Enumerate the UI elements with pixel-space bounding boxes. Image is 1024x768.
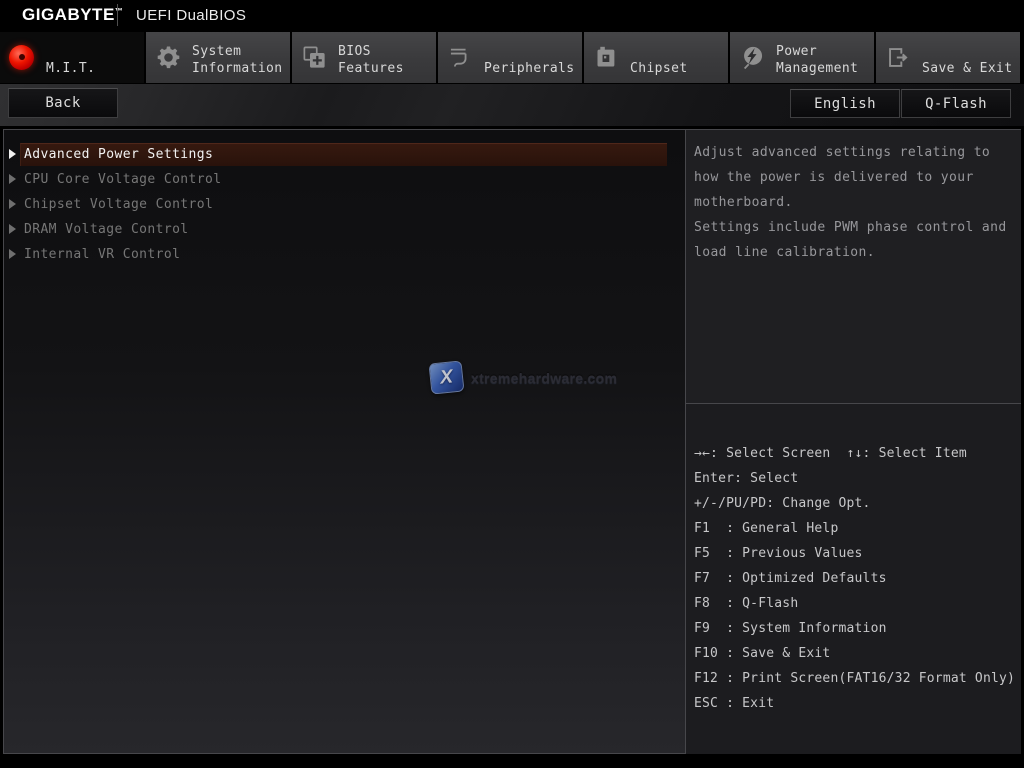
key-legend-line: +/-/PU/PD: Change Opt. [694,491,1017,516]
help-text-line: load line calibration. [694,240,1013,265]
item-help-panel: Adjust advanced settings relating to how… [685,130,1021,403]
key-legend-line: F8 : Q-Flash [694,591,1017,616]
topbar-divider [117,4,118,26]
key-legend-line: Enter: Select [694,466,1017,491]
key-legend-line: F9 : System Information [694,616,1017,641]
tab-save-exit[interactable]: Save & Exit [876,32,1020,83]
key-legend-line: F10 : Save & Exit [694,641,1017,666]
key-legend-line: F5 : Previous Values [694,541,1017,566]
menu-item-cpu-core-voltage-control[interactable]: CPU Core Voltage Control [0,168,685,191]
menu-item-chipset-voltage-control[interactable]: Chipset Voltage Control [0,193,685,216]
xtremehardware-watermark-text: xtremehardware.com [471,370,617,386]
menu-item-advanced-power-settings[interactable]: Advanced Power Settings [0,143,685,166]
bios-chip-icon [301,44,328,71]
mit-red-dot-icon [9,45,34,70]
help-text-line: how the power is delivered to your [694,165,1013,190]
xtremehardware-watermark: X xtremehardware.com [430,362,617,393]
submenu-arrow-icon [9,199,16,209]
key-legend-panel: →←: Select Screen ↑↓: Select Item Enter:… [685,403,1021,754]
key-legend-line: ESC : Exit [694,691,1017,716]
save-exit-icon [885,44,912,71]
key-legend-line: F1 : General Help [694,516,1017,541]
top-bar: GIGABYTE™ UEFI DualBIOS [0,0,1024,30]
language-button[interactable]: English [790,89,900,118]
power-icon [739,44,766,71]
qflash-button[interactable]: Q-Flash [901,89,1011,118]
tab-peripherals[interactable]: Peripherals [438,32,582,83]
tab-bios-features[interactable]: BIOSFeatures [292,32,436,83]
gigabyte-logo: GIGABYTE™ [22,5,123,25]
submenu-arrow-icon [9,224,16,234]
help-text-line: Settings include PWM phase control and [694,215,1013,240]
submenu-arrow-icon [9,174,16,184]
key-legend-line: F12 : Print Screen(FAT16/32 Format Only) [694,666,1017,691]
tab-chipset[interactable]: Chipset [584,32,728,83]
tab-system-information[interactable]: SystemInformation [146,32,290,83]
key-legend-line: →←: Select Screen ↑↓: Select Item [694,441,1017,466]
tab-power-management[interactable]: PowerManagement [730,32,874,83]
firmware-title: UEFI DualBIOS [136,7,246,24]
bios-screen: GIGABYTE™ UEFI DualBIOS M.I.T. SystemInf… [0,0,1024,768]
chipset-icon [593,44,620,71]
menu-item-dram-voltage-control[interactable]: DRAM Voltage Control [0,218,685,241]
key-legend-line: F7 : Optimized Defaults [694,566,1017,591]
help-text-line: Adjust advanced settings relating to [694,140,1013,165]
xtremehardware-logo-icon: X [428,360,464,394]
submenu-arrow-icon [9,249,16,259]
help-text-line: motherboard. [694,190,1013,215]
menu-item-internal-vr-control[interactable]: Internal VR Control [0,243,685,266]
gear-icon [155,44,182,71]
peripherals-icon [447,44,474,71]
submenu-arrow-icon [9,149,16,159]
back-button[interactable]: Back [8,88,118,118]
tab-mit[interactable]: M.I.T. [0,32,144,83]
